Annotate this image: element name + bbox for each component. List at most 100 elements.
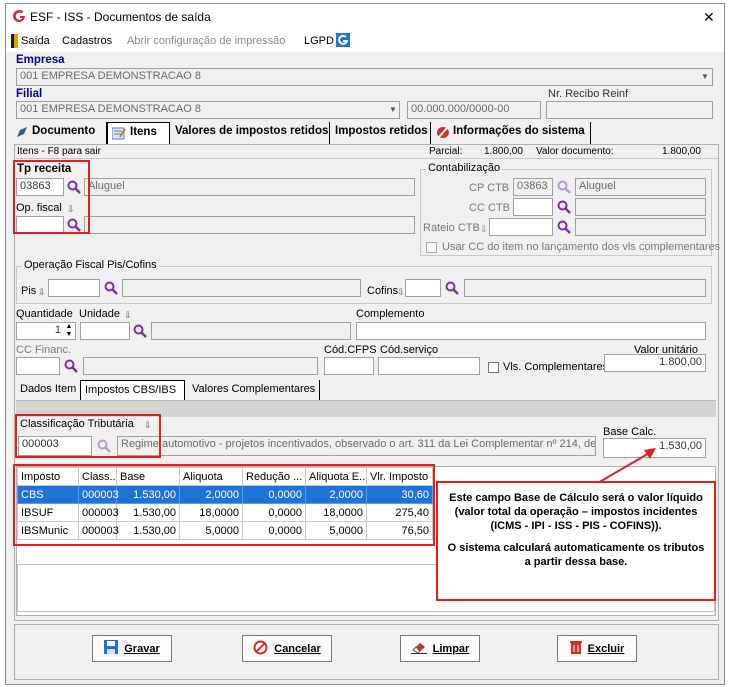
complemento-label: Complemento xyxy=(356,308,425,320)
app-logo-icon xyxy=(12,9,26,23)
cc-ctb-label: CC CTB xyxy=(469,202,510,214)
main-tabs: Documento Itens Valores de impostos reti… xyxy=(14,122,719,144)
cofins-pin-icon: ⇩ xyxy=(397,287,405,297)
cc-financ-search-icon[interactable] xyxy=(64,359,78,373)
op-fiscal-desc-field[interactable] xyxy=(84,216,415,234)
usar-cc-checkbox[interactable] xyxy=(426,242,437,253)
classificacao-highlight xyxy=(15,414,161,458)
tp-receita-desc-field[interactable]: Aluguel xyxy=(84,178,415,196)
status-hint: Itens - F8 para sair xyxy=(17,146,101,157)
tp-receita-highlight xyxy=(13,160,90,234)
tab-documento[interactable]: Documento xyxy=(14,122,107,144)
main-window: ESF - ISS - Documentos de saída ✕ Saída … xyxy=(5,3,725,685)
save-icon xyxy=(104,640,119,657)
callout-box: Este campo Base de Cálculo será o valor … xyxy=(436,481,716,601)
callout-text-2: O sistema calculará automaticamente os t… xyxy=(447,542,705,568)
sub-tabs: Dados Item Impostos CBS/IBS Valores Comp… xyxy=(16,380,716,400)
rateio-ctb-label: Rateio CTB xyxy=(423,222,480,234)
base-calc-field[interactable]: 1.530,00 xyxy=(603,438,706,458)
menu-lgpd[interactable]: LGPD xyxy=(304,35,334,47)
stepper-arrows-icon[interactable]: ▲ ▼ xyxy=(63,323,75,339)
subtab-dados-item[interactable]: Dados Item xyxy=(16,380,80,400)
contabilizacao-label: Contabilização xyxy=(426,162,503,174)
classificacao-desc-field[interactable]: Regime automotivo - projetos incentivado… xyxy=(117,436,596,456)
cofins-desc-field[interactable] xyxy=(464,279,706,297)
unidade-desc-field[interactable] xyxy=(151,322,351,340)
tab-impostos-retidos[interactable]: Impostos retidos xyxy=(330,122,431,144)
grid-highlight xyxy=(13,464,435,546)
gravar-button[interactable]: Gravar xyxy=(92,635,172,662)
callout-text-1: Este campo Base de Cálculo será o valor … xyxy=(449,492,703,532)
rateio-ctb-field[interactable] xyxy=(489,218,553,236)
cc-ctb-code-field[interactable] xyxy=(513,198,553,216)
recibo-label: Nr. Recibo Reinf xyxy=(548,88,629,100)
filial-chevron-down-icon[interactable]: ▼ xyxy=(386,102,400,118)
pis-code-field[interactable] xyxy=(48,279,100,297)
cc-financ-label: CC Financ. xyxy=(16,344,72,356)
cp-ctb-label: CP CTB xyxy=(469,182,510,194)
eraser-icon xyxy=(410,640,427,657)
tab-informacoes-sistema[interactable]: Informações do sistema xyxy=(431,122,591,144)
usar-cc-label: Usar CC do item no lançamento dos vls co… xyxy=(442,241,721,253)
cp-ctb-code-field[interactable]: 03863 xyxy=(513,178,553,196)
cod-servico-label: Cód.serviço xyxy=(380,344,439,356)
exit-door-icon xyxy=(11,34,18,48)
rateio-ctb-desc-field[interactable] xyxy=(575,218,706,236)
valor-unitario-field[interactable]: 1.800,00 xyxy=(604,354,706,372)
vls-complementares-checkbox[interactable] xyxy=(488,362,499,373)
cc-ctb-search-icon[interactable] xyxy=(557,200,571,214)
cofins-label: Cofins xyxy=(367,285,399,297)
cnpj-field[interactable]: 00.000.000/0000-00 xyxy=(407,101,541,119)
cancelar-button[interactable]: Cancelar xyxy=(242,635,332,662)
menu-cadastros[interactable]: Cadastros xyxy=(62,35,112,47)
empresa-chevron-down-icon[interactable]: ▼ xyxy=(698,69,712,85)
filial-select[interactable]: 001 EMPRESA DEMONSTRACAO 8 xyxy=(16,101,400,119)
cancel-icon xyxy=(253,640,268,658)
vls-complementares-label: Vls. Complementares xyxy=(503,361,609,373)
filial-label: Filial xyxy=(16,88,43,100)
cofins-search-icon[interactable] xyxy=(445,281,459,295)
unidade-pin-icon: ⇩ xyxy=(124,310,132,320)
limpar-button[interactable]: Limpar xyxy=(400,635,480,662)
cp-ctb-desc-field[interactable]: Aluguel xyxy=(575,178,706,196)
cod-servico-field[interactable] xyxy=(378,357,480,375)
tab-itens[interactable]: Itens xyxy=(107,122,170,144)
close-icon[interactable]: ✕ xyxy=(703,9,715,26)
subtab-valores-complementares[interactable]: Valores Complementares xyxy=(188,380,321,400)
rateio-ctb-search-icon[interactable] xyxy=(557,220,571,234)
trash-icon xyxy=(569,640,582,657)
cc-ctb-desc-field[interactable] xyxy=(575,198,706,216)
cc-financ-desc-field[interactable] xyxy=(83,357,318,375)
unidade-label: Unidade xyxy=(79,308,120,320)
cod-cfps-label: Cód.CFPS xyxy=(324,344,377,356)
parcial-label: Parcial: xyxy=(429,146,463,157)
complemento-field[interactable] xyxy=(356,322,706,340)
unidade-code-field[interactable] xyxy=(80,322,130,340)
valor-documento-value: 1.800,00 xyxy=(662,146,701,157)
title-bar: ESF - ISS - Documentos de saída ✕ xyxy=(6,4,724,30)
cofins-code-field[interactable] xyxy=(405,279,441,297)
quantidade-label: Quantidade xyxy=(16,308,73,320)
base-calc-label: Base Calc. xyxy=(603,426,657,438)
rateio-pin-icon: ⇩ xyxy=(480,224,488,234)
cod-cfps-field[interactable] xyxy=(324,357,374,375)
menu-saida[interactable]: Saída xyxy=(21,35,50,47)
recibo-field[interactable] xyxy=(546,101,713,119)
pis-cofins-label: Operação Fiscal Pis/Cofins xyxy=(22,259,159,271)
pis-desc-field[interactable] xyxy=(122,279,361,297)
empresa-label: Empresa xyxy=(16,54,65,66)
tab-valores-impostos-retidos[interactable]: Valores de impostos retidos xyxy=(170,122,330,144)
empresa-select[interactable]: 001 EMPRESA DEMONSTRACAO 8 xyxy=(16,68,713,86)
g-logo-icon[interactable] xyxy=(336,33,350,47)
parcial-value: 1.800,00 xyxy=(484,146,523,157)
unidade-search-icon[interactable] xyxy=(133,324,147,338)
menu-abrir-configuracao[interactable]: Abrir configuração de impressão xyxy=(127,35,285,47)
menu-bar: Saída Cadastros Abrir configuração de im… xyxy=(6,30,724,52)
valor-documento-label: Valor documento: xyxy=(536,146,614,157)
excluir-button[interactable]: Excluir xyxy=(557,635,637,662)
cc-financ-code-field[interactable] xyxy=(16,357,60,375)
subtab-impostos-cbs-ibs[interactable]: Impostos CBS/IBS xyxy=(80,380,185,400)
cp-ctb-search-icon[interactable] xyxy=(557,180,571,194)
pis-search-icon[interactable] xyxy=(104,281,118,295)
system-info-icon xyxy=(436,126,450,139)
